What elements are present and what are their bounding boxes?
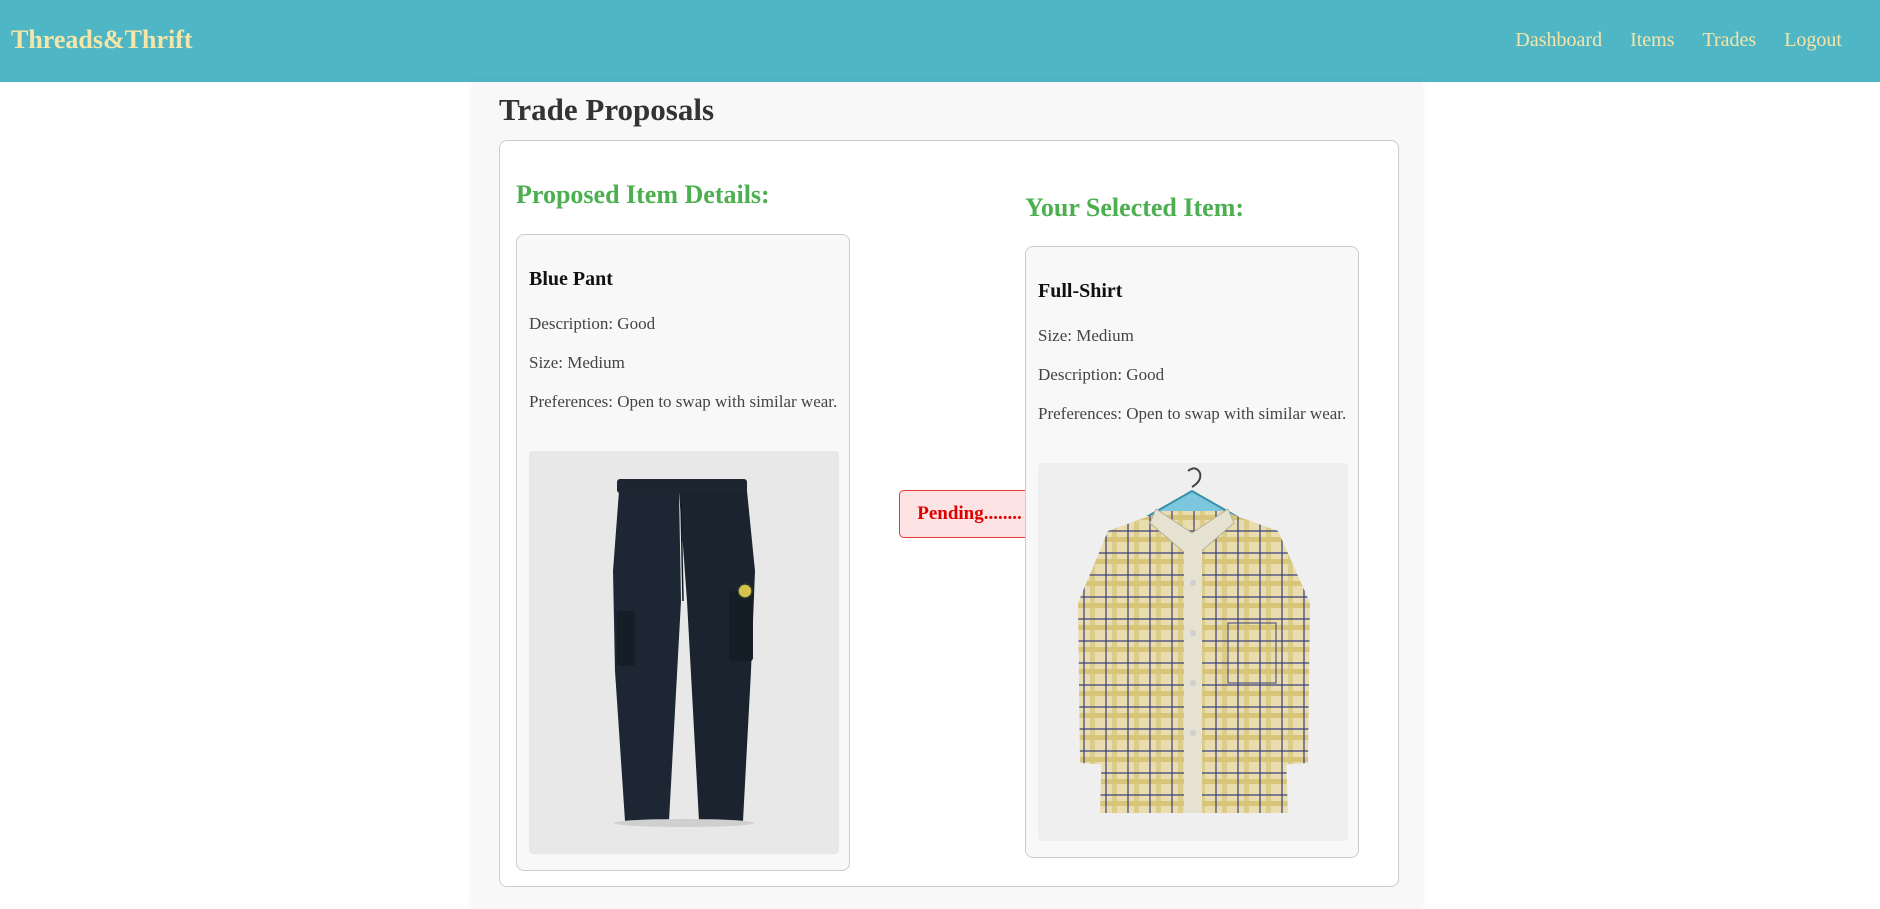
nav-dashboard-link[interactable]: Dashboard	[1515, 29, 1602, 52]
shirt-photo-icon	[1038, 463, 1348, 841]
brand-logo[interactable]: Threads&Thrift	[11, 25, 193, 55]
proposed-item-card: Blue Pant Description: Good Size: Medium…	[516, 234, 850, 871]
selected-item-name: Full-Shirt	[1038, 280, 1123, 302]
proposed-item-name: Blue Pant	[529, 268, 613, 290]
selected-item-card: Full-Shirt Size: Medium Description: Goo…	[1025, 246, 1359, 858]
navbar: Threads&Thrift Dashboard Items Trades Lo…	[0, 0, 1880, 82]
page-title: Trade Proposals	[499, 92, 715, 127]
pending-status-badge: Pending........	[899, 490, 1040, 538]
trade-proposal-card: Proposed Item Details: Blue Pant Descrip…	[499, 140, 1399, 887]
selected-item-heading: Your Selected Item:	[1025, 193, 1245, 222]
selected-item-preferences: Preferences: Open to swap with similar w…	[1038, 404, 1347, 423]
proposed-item-description: Description: Good	[529, 314, 656, 333]
selected-item-description: Description: Good	[1038, 365, 1165, 384]
nav-trades-link[interactable]: Trades	[1703, 29, 1757, 52]
pants-photo-icon	[529, 451, 839, 854]
main-container: Trade Proposals Proposed Item Details: B…	[472, 82, 1422, 909]
proposed-item-size: Size: Medium	[529, 353, 625, 372]
nav-logout-link[interactable]: Logout	[1784, 29, 1842, 52]
proposed-item-preferences: Preferences: Open to swap with similar w…	[529, 392, 838, 411]
selected-item-size: Size: Medium	[1038, 326, 1134, 345]
nav-links: Dashboard Items Trades Logout	[1515, 29, 1842, 52]
proposed-item-heading: Proposed Item Details:	[516, 180, 770, 209]
nav-items-link[interactable]: Items	[1630, 29, 1674, 52]
